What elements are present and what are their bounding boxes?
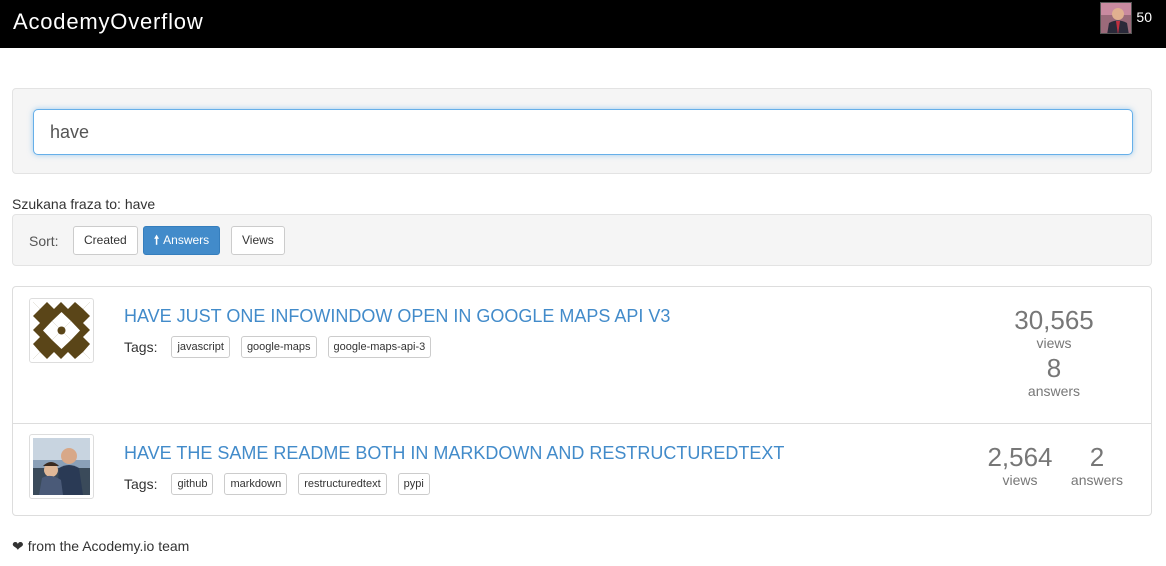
tag[interactable]: javascript [171, 336, 230, 358]
search-phrase-text: Szukana fraza to: have [12, 196, 156, 212]
footer-text: from the Acodemy.io team [27, 538, 190, 554]
avatar[interactable] [1100, 2, 1133, 34]
answers-label: answers [1027, 383, 1081, 399]
tag[interactable]: markdown [224, 473, 288, 495]
tag[interactable]: pypi [397, 473, 430, 495]
tag[interactable]: google-maps-api-3 [327, 336, 432, 358]
sort-answers-label: Answers [163, 233, 210, 247]
arrow-up-icon: 🠕 [154, 233, 160, 247]
views-count: 2,564 [987, 442, 1053, 472]
views-label: views [1002, 472, 1038, 488]
sort-views-button[interactable]: Views [231, 226, 285, 255]
views-label: views [1036, 335, 1072, 351]
tags-label: Tags: [124, 339, 158, 355]
tag[interactable]: google-maps [240, 336, 317, 358]
views-stat: 30,565 views [1003, 305, 1105, 351]
views-stat: 2,564 views [979, 442, 1061, 488]
tag[interactable]: restructuredtext [298, 473, 387, 495]
sort-panel: Sort: Created 🠕 Answers Views [12, 214, 1152, 266]
views-count: 30,565 [1014, 305, 1094, 335]
question-avatar[interactable] [29, 298, 94, 363]
answers-stat: 2 answers [1061, 442, 1133, 488]
user-menu[interactable]: 50 [1100, 2, 1152, 34]
tags-label: Tags: [124, 476, 158, 492]
answers-count: 2 [1089, 442, 1105, 472]
answers-stat: 8 answers [1013, 353, 1095, 399]
search-panel [12, 88, 1152, 174]
reputation-count: 50 [1136, 9, 1152, 25]
list-item: HAVE THE SAME README BOTH IN MARKDOWN AN… [13, 424, 1151, 515]
sort-created-button[interactable]: Created [73, 226, 138, 255]
question-avatar[interactable] [29, 434, 94, 499]
sort-label: Sort: [29, 233, 59, 249]
list-item: HAVE JUST ONE INFOWINDOW OPEN IN GOOGLE … [13, 287, 1151, 424]
footer: ❤ from the Acodemy.io team [12, 538, 189, 555]
answers-label: answers [1070, 472, 1124, 488]
sort-answers-button[interactable]: 🠕 Answers [143, 226, 221, 255]
tag[interactable]: github [171, 473, 214, 495]
question-title-link[interactable]: HAVE THE SAME README BOTH IN MARKDOWN AN… [124, 443, 784, 464]
question-title-link[interactable]: HAVE JUST ONE INFOWINDOW OPEN IN GOOGLE … [124, 306, 670, 327]
search-input[interactable] [33, 109, 1133, 155]
heart-icon: ❤ [12, 538, 24, 554]
results-list: HAVE JUST ONE INFOWINDOW OPEN IN GOOGLE … [12, 286, 1152, 516]
top-navbar: AcodemyOverflow 50 [0, 0, 1166, 48]
tags-row: Tags: github markdown restructuredtext p… [124, 473, 435, 495]
brand-logo[interactable]: AcodemyOverflow [13, 9, 204, 35]
tags-row: Tags: javascript google-maps google-maps… [124, 336, 436, 358]
answers-count: 8 [1046, 353, 1062, 383]
